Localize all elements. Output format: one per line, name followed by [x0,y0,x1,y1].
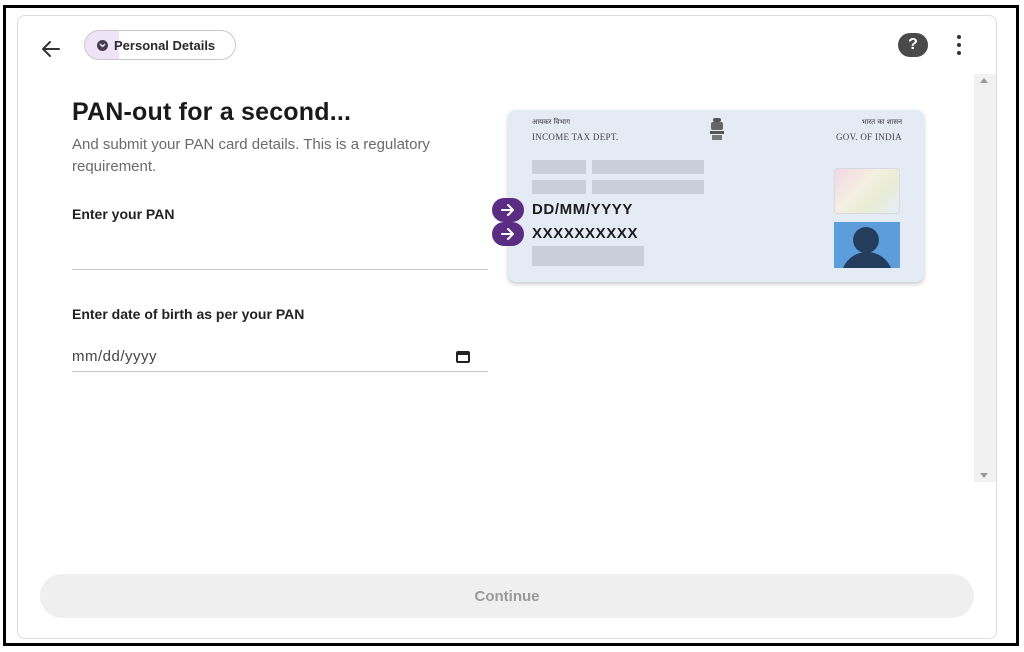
more-vert-icon[interactable] [952,30,966,60]
card-dept-english: INCOME TAX DEPT. [532,132,619,142]
placeholder-bar [532,160,586,174]
page-title: PAN-out for a second... [72,98,352,126]
card-gov-english: GOV. OF INDIA [836,132,902,142]
scroll-down-icon[interactable] [980,473,988,478]
dob-input[interactable]: mm/dd/yyyy [72,342,488,372]
pan-input[interactable] [72,238,488,270]
placeholder-bar [532,180,586,194]
chevron-down-icon [97,39,108,51]
hologram-icon [834,168,900,214]
placeholder-bar [592,180,704,194]
dob-placeholder: mm/dd/yyyy [72,348,158,365]
card-pan-format: XXXXXXXXXX [532,225,639,242]
avatar [834,222,900,268]
dob-label: Enter date of birth as per your PAN [72,306,305,322]
calendar-icon[interactable] [456,351,470,363]
placeholder-bar [592,160,704,174]
arrow-right-icon [492,198,524,222]
card-dept-hindi: आयकर विभाग [532,118,571,126]
arrow-left-icon [42,41,60,57]
scroll-up-icon[interactable] [980,78,988,83]
window-frame: Personal Details ? PAN-out for a second.… [3,5,1019,646]
card-gov-hindi: भारत का शासन [861,118,902,126]
form-panel: Personal Details ? PAN-out for a second.… [17,15,997,639]
back-button[interactable] [36,34,66,64]
page-subtitle: And submit your PAN card details. This i… [72,136,430,175]
scrollbar[interactable] [974,74,996,482]
pan-card-illustration: आयकर विभाग INCOME TAX DEPT. भारत का शासन… [492,110,924,282]
pan-label: Enter your PAN [72,206,175,222]
card-dob-format: DD/MM/YYYY [532,201,634,218]
step-chip-label: Personal Details [114,37,216,53]
placeholder-bar [532,246,644,266]
step-chip[interactable]: Personal Details [84,30,237,60]
emblem-icon [710,118,724,140]
arrow-right-icon [492,222,524,246]
continue-button[interactable]: Continue [40,574,974,618]
help-button[interactable]: ? [898,33,928,57]
